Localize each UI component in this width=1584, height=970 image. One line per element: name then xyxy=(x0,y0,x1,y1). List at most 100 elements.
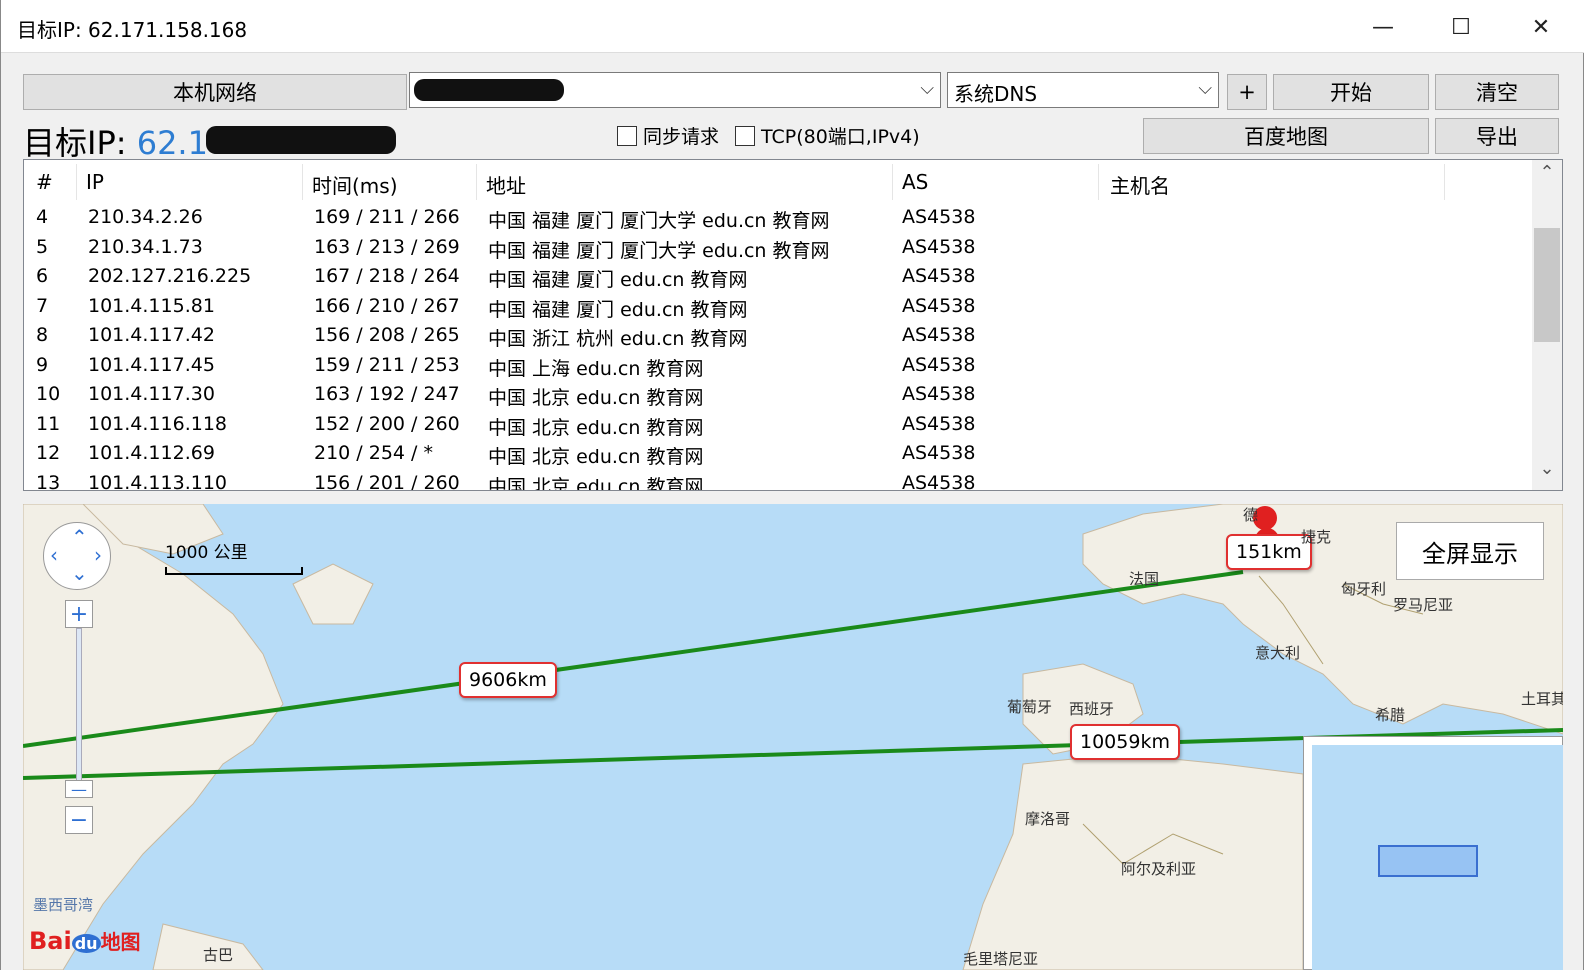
start-button[interactable]: 开始 xyxy=(1273,74,1429,110)
pan-up-icon[interactable]: ⌃ xyxy=(71,525,88,549)
table-header: # IP 时间(ms) 地址 AS 主机名 xyxy=(24,160,1534,204)
close-button[interactable]: ✕ xyxy=(1511,8,1571,46)
cell-addr: 中国 上海 edu.cn 教育网 xyxy=(488,357,704,380)
cell-n: 9 xyxy=(36,353,49,376)
zoom-in-button[interactable]: + xyxy=(65,600,93,628)
cell-time: 152 / 200 / 260 xyxy=(314,412,460,435)
minimize-button[interactable]: — xyxy=(1353,8,1413,46)
table-row[interactable]: 8 101.4.117.42 156 / 208 / 265 中国 浙江 杭州 edu… xyxy=(24,322,1534,352)
cell-as: AS4538 xyxy=(902,265,976,287)
cell-addr: 中国 福建 厦门 厦门大学 edu.cn 教育网 xyxy=(488,239,830,262)
column-divider[interactable] xyxy=(76,164,77,200)
cell-as: AS4538 xyxy=(902,235,976,258)
table-row[interactable]: 7 101.4.115.81 166 / 210 / 267 中国 福建 厦门 edu… xyxy=(24,293,1534,323)
cell-n: 6 xyxy=(36,265,49,287)
overview-viewport[interactable] xyxy=(1378,845,1478,877)
export-button[interactable]: 导出 xyxy=(1435,118,1559,154)
overview-map[interactable] xyxy=(1303,736,1563,970)
zoom-track[interactable] xyxy=(76,628,82,790)
cell-ip: 210.34.1.73 xyxy=(88,235,203,258)
cell-addr: 中国 北京 edu.cn 教育网 xyxy=(488,475,704,491)
table-row[interactable]: 10 101.4.117.30 163 / 192 / 247 中国 北京 edu.c… xyxy=(24,381,1534,411)
sync-request-label: 同步请求 xyxy=(643,126,720,148)
cell-time: 169 / 211 / 266 xyxy=(314,206,460,228)
column-divider[interactable] xyxy=(476,164,477,200)
scroll-down-icon[interactable]: ⌄ xyxy=(1532,458,1562,488)
cell-time: 163 / 213 / 269 xyxy=(314,235,460,258)
checkbox-box[interactable] xyxy=(617,125,637,146)
title-bar: 目标IP: 62.171.158.168 — ☐ ✕ xyxy=(1,0,1584,53)
distance-label: 151km xyxy=(1226,534,1312,570)
cell-time: 166 / 210 / 267 xyxy=(314,294,460,317)
newfoundland-land xyxy=(292,563,374,625)
col-address[interactable]: 地址 xyxy=(486,170,526,199)
column-divider[interactable] xyxy=(302,164,303,200)
col-hostname[interactable]: 主机名 xyxy=(1110,170,1170,199)
table-row[interactable]: 6 202.127.216.225 167 / 218 / 264 中国 福建 厦门 … xyxy=(24,263,1534,293)
vertical-scrollbar[interactable]: ⌃ ⌄ xyxy=(1532,160,1562,490)
cell-ip: 202.127.216.225 xyxy=(88,265,252,287)
col-index[interactable]: # xyxy=(36,170,53,194)
cell-time: 159 / 211 / 253 xyxy=(314,353,460,376)
table-row[interactable]: 12 101.4.112.69 210 / 254 / * 中国 北京 edu.cn … xyxy=(24,440,1534,470)
cell-addr: 中国 福建 厦门 edu.cn 教育网 xyxy=(488,298,748,321)
cell-ip: 101.4.117.45 xyxy=(88,353,215,376)
cell-time: 210 / 254 / * xyxy=(314,442,433,464)
cell-addr: 中国 北京 edu.cn 教育网 xyxy=(488,387,704,409)
map-pan-control[interactable]: ⌃ ‹ › ⌄ xyxy=(43,522,111,590)
cell-ip: 101.4.116.118 xyxy=(88,412,228,435)
zoom-slider-handle[interactable]: — xyxy=(65,780,93,799)
cell-n: 11 xyxy=(36,412,61,435)
clear-button[interactable]: 清空 xyxy=(1435,74,1559,110)
cell-n: 13 xyxy=(36,471,61,491)
cell-ip: 101.4.117.30 xyxy=(88,383,215,405)
col-time[interactable]: 时间(ms) xyxy=(312,170,398,199)
place-label: 希腊 xyxy=(1375,706,1406,724)
place-label: 摩洛哥 xyxy=(1025,810,1071,828)
pan-right-icon[interactable]: › xyxy=(94,543,102,567)
place-label: 古巴 xyxy=(203,946,234,964)
cell-n: 12 xyxy=(36,442,61,464)
zoom-out-button[interactable]: − xyxy=(65,806,93,834)
table-row[interactable]: 13 101.4.113.110 156 / 201 / 260 中国 北京 edu.… xyxy=(24,470,1534,491)
maximize-button[interactable]: ☐ xyxy=(1431,8,1491,46)
column-divider[interactable] xyxy=(1098,164,1099,200)
target-ip-prefix: 目标IP: xyxy=(23,124,137,162)
tcp-label: TCP(80端口,IPv4) xyxy=(761,126,920,148)
column-divider[interactable] xyxy=(1444,164,1445,200)
cell-n: 5 xyxy=(36,235,49,258)
local-network-button[interactable]: 本机网络 xyxy=(23,74,407,110)
pan-down-icon[interactable]: ⌄ xyxy=(71,561,88,585)
chevron-down-icon[interactable]: ⌵ xyxy=(1198,78,1212,99)
add-button[interactable]: + xyxy=(1227,74,1267,110)
baidu-map-button[interactable]: 百度地图 xyxy=(1143,118,1429,154)
zoom-control[interactable]: + — − xyxy=(65,600,93,840)
chevron-down-icon[interactable]: ⌵ xyxy=(920,78,934,99)
distance-label: 10059km xyxy=(1070,724,1180,760)
baidu-map[interactable]: ⌃ ‹ › ⌄ + — − 1000 公里 9606km 10059km 151… xyxy=(23,504,1563,970)
dns-select[interactable]: 系统DNS ⌵ xyxy=(947,72,1219,108)
sync-request-checkbox[interactable]: 同步请求 xyxy=(617,122,719,149)
table-row[interactable]: 4 210.34.2.26 169 / 211 / 266 中国 福建 厦门 厦门大学… xyxy=(24,204,1534,234)
table-row[interactable]: 11 101.4.116.118 152 / 200 / 260 中国 北京 edu.… xyxy=(24,411,1534,441)
distance-label: 9606km xyxy=(459,662,557,698)
fullscreen-button[interactable]: 全屏显示 xyxy=(1396,522,1544,580)
cell-as: AS4538 xyxy=(902,353,976,376)
cell-as: AS4538 xyxy=(902,442,976,464)
cell-n: 4 xyxy=(36,206,49,228)
tcp-checkbox[interactable]: TCP(80端口,IPv4) xyxy=(735,122,920,149)
col-as[interactable]: AS xyxy=(902,170,928,194)
table-row[interactable]: 9 101.4.117.45 159 / 211 / 253 中国 上海 edu.cn… xyxy=(24,352,1534,382)
place-label: 土耳其 xyxy=(1521,690,1563,708)
column-divider[interactable] xyxy=(892,164,893,200)
scale-bar xyxy=(165,567,303,575)
cell-time: 156 / 208 / 265 xyxy=(314,324,460,346)
host-input-combo[interactable]: ⌵ xyxy=(409,72,941,108)
redacted-ip xyxy=(206,126,396,154)
scrollbar-thumb[interactable] xyxy=(1534,228,1560,342)
checkbox-box[interactable] xyxy=(735,125,755,146)
scroll-up-icon[interactable]: ⌃ xyxy=(1532,162,1562,192)
table-row[interactable]: 5 210.34.1.73 163 / 213 / 269 中国 福建 厦门 厦门大学… xyxy=(24,234,1534,264)
pan-left-icon[interactable]: ‹ xyxy=(50,543,58,567)
col-ip[interactable]: IP xyxy=(86,170,104,194)
